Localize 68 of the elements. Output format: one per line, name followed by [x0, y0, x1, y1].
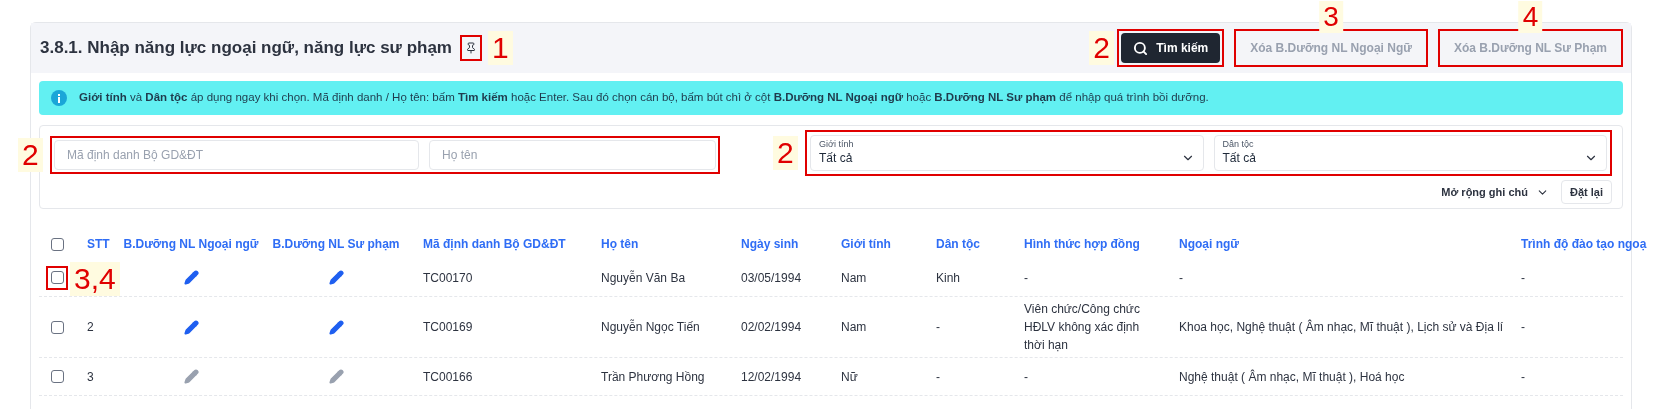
expand-notes-button[interactable]: Mở rộng ghi chú	[1441, 183, 1549, 201]
table-cell: Kinh	[936, 270, 961, 285]
pencil-icon[interactable]	[183, 270, 199, 285]
table-cell: 03/05/1994	[741, 270, 802, 285]
reset-button[interactable]: Đặt lại	[1561, 180, 1612, 204]
table-cell: -	[1024, 369, 1028, 384]
column-header: Giới tính	[840, 236, 892, 253]
table-cell: Nam	[841, 320, 867, 334]
select-field[interactable]: Dân tộc Tất cả	[1213, 135, 1607, 171]
select-label: Giới tính	[819, 139, 855, 149]
checkbox[interactable]	[50, 370, 64, 383]
select-value: Tất cả	[819, 149, 853, 167]
table-cell: 3	[87, 369, 94, 384]
annotation-label: 3	[1319, 1, 1343, 33]
annotation-label: 2	[773, 136, 798, 170]
pencil-icon[interactable]	[328, 319, 344, 335]
table-cell: Khoa học, Nghệ thuật ( Âm nhạc, Mĩ thuật ), Lịch sử và Địa lí	[1179, 320, 1504, 334]
table-cell: -	[1179, 270, 1183, 285]
checkbox[interactable]	[50, 271, 64, 284]
search-icon	[1133, 40, 1149, 56]
column-header: Dân tộc	[935, 236, 981, 253]
column-header: Trình độ đào tạo ngoạ	[1520, 236, 1648, 253]
table-cell: -	[1521, 270, 1525, 285]
table-cell: Trần Phương Hồng	[601, 369, 705, 384]
table-cell: 02/02/1994	[741, 320, 802, 334]
info-icon	[51, 90, 67, 106]
column-header: Ngày sinh	[740, 236, 800, 253]
table-cell: Nam	[841, 270, 867, 285]
select-value: Tất cả	[1222, 149, 1256, 167]
annotation-label: 1	[487, 31, 513, 65]
table-cell: TC00170	[423, 270, 473, 285]
table-cell: -	[1521, 320, 1525, 334]
table-cell: Nghệ thuật ( Âm nhạc, Mĩ thuật ), Hoá học	[1179, 369, 1405, 384]
search-button[interactable]: Tìm kiếm	[1121, 33, 1221, 63]
select-field[interactable]: Giới tính Tất cả	[810, 135, 1204, 171]
pencil-icon[interactable]	[328, 270, 344, 285]
pin-icon	[464, 42, 477, 54]
table-cell: -	[1024, 270, 1028, 285]
info-text: Giới tính và Dân tộc áp dụng ngay khi chọn. Mã định danh / Họ tên: bấm Tìm kiếm hoặc Enter. Sau đó chọn cán bộ, bấm bút chì ở cột B.Dưỡng NL Ngoại ngữ hoặc B.Dưỡng NL Sư phạm để nhập quá trình bồi dưỡng.	[79, 90, 1209, 106]
checkbox[interactable]	[50, 320, 64, 334]
table-cell: Viên chức/Công chức HĐLV không xác định thời hạn	[1024, 302, 1140, 352]
text-field[interactable]: Họ tên	[429, 140, 716, 170]
column-header: Họ tên	[600, 236, 640, 253]
pencil-icon[interactable]	[183, 319, 199, 335]
table-cell: Nguyễn Ngọc Tiến	[601, 320, 700, 334]
annotation-label: 3,4	[70, 261, 120, 296]
page-title: 3.8.1. Nhập năng lực ngoại ngữ, năng lực sư phạm	[40, 37, 452, 60]
checkbox[interactable]	[50, 237, 64, 251]
table-cell: TC00169	[423, 320, 473, 334]
table-cell: Nữ	[841, 369, 858, 384]
table-cell: -	[936, 369, 940, 384]
table-cell: 12/02/1994	[741, 369, 802, 384]
select-label: Dân tộc	[1222, 139, 1255, 149]
table-cell: -	[1521, 369, 1525, 384]
table-cell: Nguyễn Văn Ba	[601, 270, 686, 285]
text-field[interactable]: Mã định danh Bộ GD&ĐT	[54, 140, 419, 170]
table-cell: -	[936, 320, 940, 334]
table-cell: 2	[87, 320, 94, 334]
column-header: B.Dưỡng NL Ngoại ngữ	[122, 236, 260, 253]
column-header: B.Dưỡng NL Sư phạm	[271, 236, 401, 253]
annotation-label: 4	[1518, 1, 1543, 33]
column-header: Mã định danh Bộ GD&ĐT	[422, 236, 567, 253]
annotation-label: 2	[1089, 31, 1114, 65]
column-header: Hình thức hợp đồng	[1023, 236, 1141, 253]
column-header: STT	[86, 236, 111, 253]
column-header: Ngoại ngữ	[1178, 236, 1241, 253]
table-cell: TC00166	[423, 369, 473, 384]
annotation-label: 2	[18, 138, 43, 172]
